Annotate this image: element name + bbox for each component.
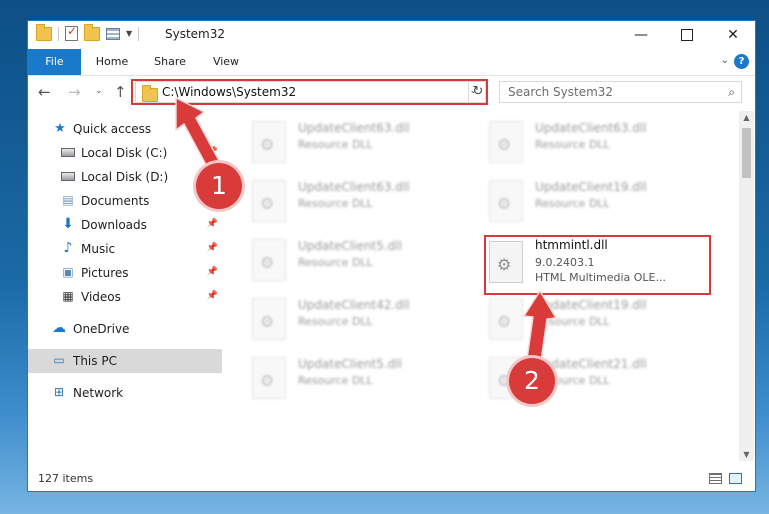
step-badge-1: 1 (196, 163, 242, 209)
step-badge-2: 2 (509, 358, 555, 404)
arrow-2 (523, 290, 557, 369)
annotation-arrows (175, 97, 557, 369)
